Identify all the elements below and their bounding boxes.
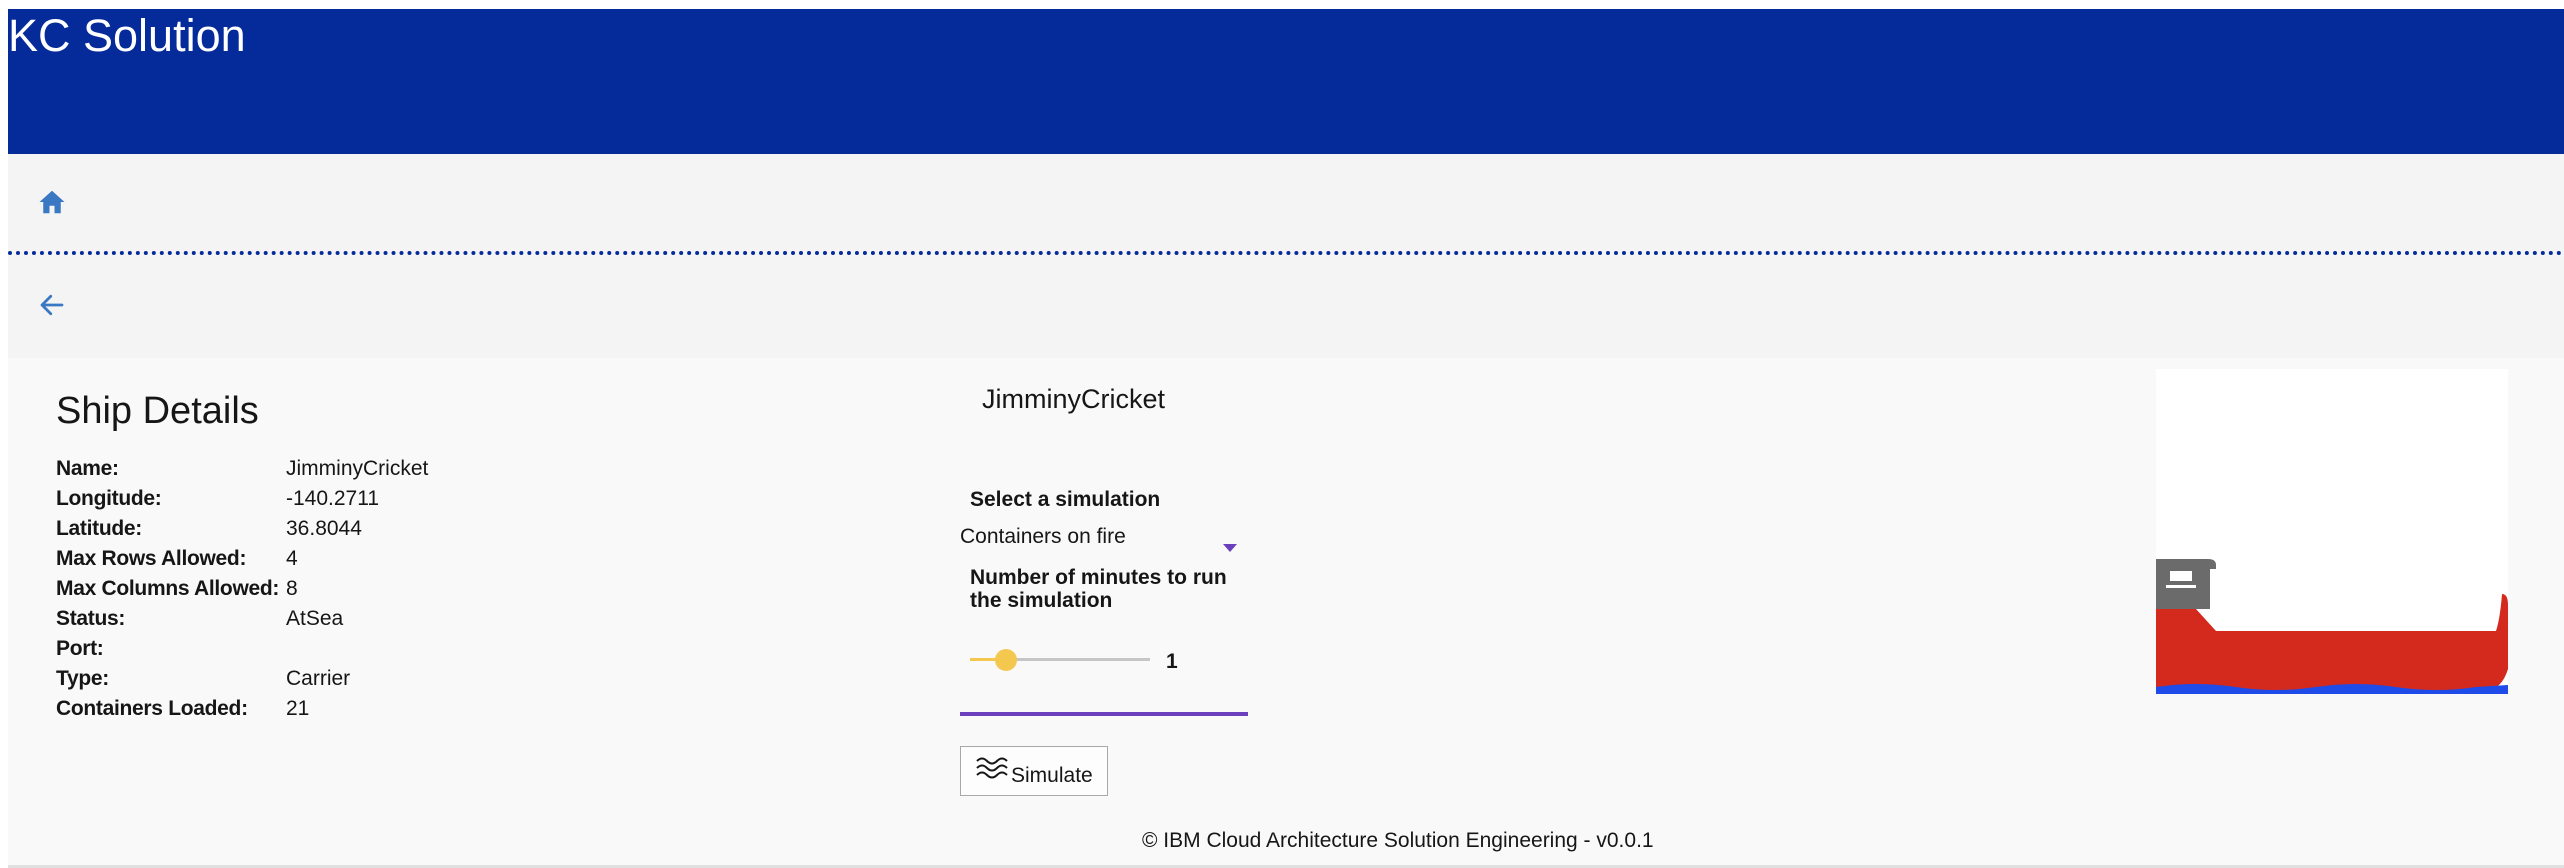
detail-label: Status:: [56, 607, 126, 630]
ship-image: [2156, 369, 2508, 694]
detail-label: Port:: [56, 637, 104, 660]
simulation-selected-value: Containers on fire: [960, 525, 1126, 548]
footer-text: © IBM Cloud Architecture Solution Engine…: [1142, 829, 1654, 852]
detail-value: AtSea: [286, 607, 344, 630]
app-frame: KC Solution Ship Details Name: JimminyCr…: [8, 9, 2564, 868]
home-icon: [37, 187, 67, 222]
minutes-slider[interactable]: [970, 648, 1150, 672]
waves-icon: [975, 755, 1009, 791]
detail-value: 21: [286, 697, 310, 720]
back-nav-bar: [8, 255, 2564, 358]
simulation-select[interactable]: Containers on fire: [960, 523, 1240, 557]
detail-value: -140.2711: [286, 487, 380, 510]
arrow-left-icon: [37, 290, 67, 325]
minutes-value: 1: [1166, 650, 1178, 673]
detail-value: 36.8044: [286, 517, 362, 540]
app-title: KC Solution: [8, 10, 246, 61]
detail-value: JimminyCricket: [286, 457, 429, 480]
home-button[interactable]: [32, 184, 72, 224]
ship-details-panel: Ship Details Name: JimminyCricket Longit…: [56, 389, 428, 720]
accent-underline: [960, 712, 1248, 716]
detail-label: Latitude:: [56, 517, 142, 540]
back-button[interactable]: [32, 287, 72, 327]
simulate-button-label: Simulate: [1011, 764, 1093, 787]
caret-down-icon: [1222, 535, 1238, 559]
detail-label: Name:: [56, 457, 119, 480]
app-header: KC Solution: [8, 9, 2564, 154]
detail-label: Longitude:: [56, 487, 162, 510]
ship-name-title: JimminyCricket: [982, 384, 1166, 414]
simulation-select-label: Select a simulation: [970, 488, 1161, 511]
detail-label: Containers Loaded:: [56, 697, 248, 720]
home-nav-bar: [8, 154, 2564, 255]
simulate-button[interactable]: Simulate: [960, 746, 1108, 796]
slider-thumb[interactable]: [995, 649, 1017, 671]
detail-label: Max Rows Allowed:: [56, 547, 247, 570]
detail-label: Type:: [56, 667, 109, 690]
minutes-label: Number of minutes to run the simulation: [970, 566, 1227, 612]
detail-label: Max Columns Allowed:: [56, 577, 280, 600]
detail-value: 4: [286, 547, 298, 570]
detail-value: Carrier: [286, 667, 351, 690]
ship-details-heading: Ship Details: [56, 390, 259, 432]
container-ship-icon: [2156, 559, 2508, 698]
detail-value: 8: [286, 577, 298, 600]
